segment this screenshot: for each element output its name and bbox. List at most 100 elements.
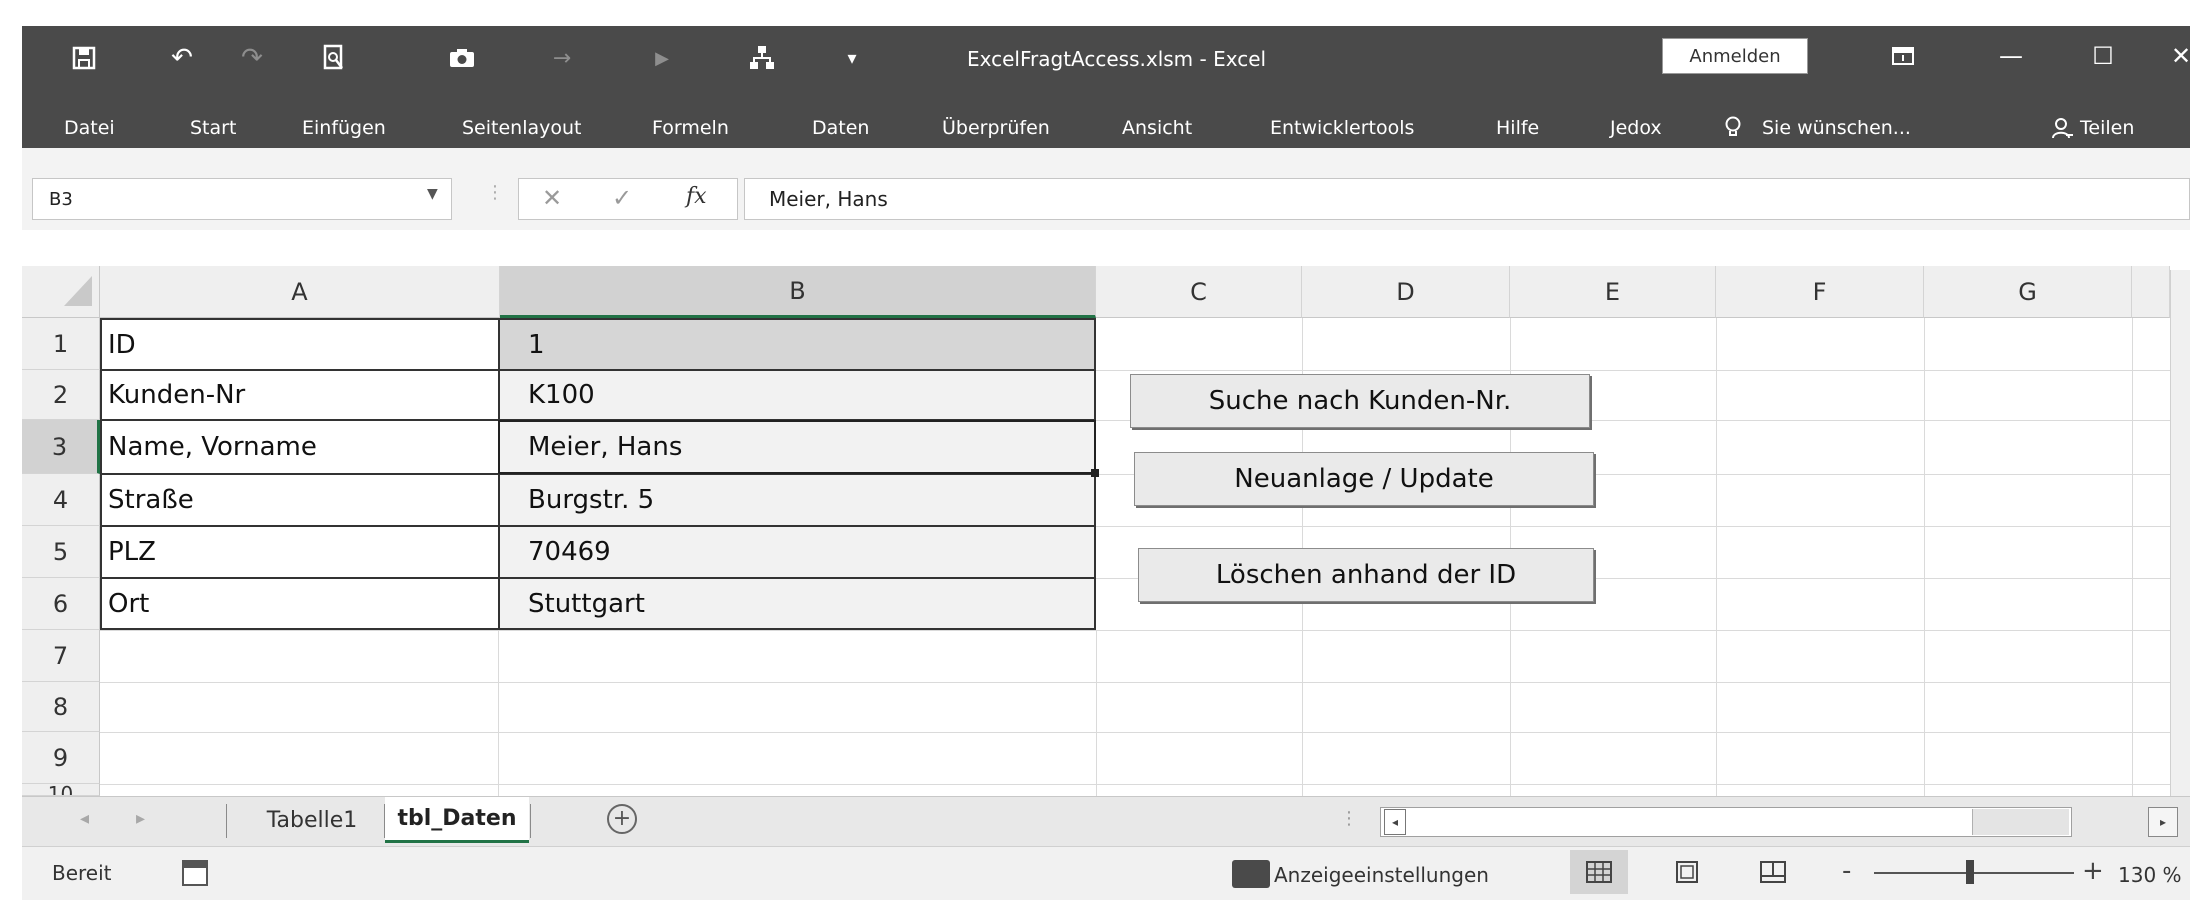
cell-b1[interactable]: 1: [522, 320, 1092, 370]
add-sheet-icon[interactable]: +: [607, 804, 637, 834]
column-header-h[interactable]: [2132, 266, 2170, 318]
zoom-out-icon[interactable]: -: [1842, 856, 1851, 886]
horizontal-scrollbar[interactable]: [1380, 807, 2072, 837]
display-settings-label[interactable]: Anzeigeeinstellungen: [1274, 858, 1489, 892]
column-header-a[interactable]: A: [100, 266, 500, 318]
gridline: [1096, 630, 1097, 796]
row-header-1[interactable]: 1: [22, 318, 100, 370]
cell-a4[interactable]: Straße: [102, 474, 498, 526]
column-header-g[interactable]: G: [1924, 266, 2132, 318]
sheet-tab-separator: [226, 804, 227, 838]
name-box[interactable]: B3: [32, 178, 452, 220]
row-header-5[interactable]: 5: [22, 526, 100, 578]
forward-icon[interactable]: →: [542, 40, 582, 76]
org-chart-icon[interactable]: [742, 40, 782, 76]
tab-einfuegen[interactable]: Einfügen: [302, 114, 386, 142]
zoom-slider-thumb[interactable]: [1966, 860, 1974, 884]
page-break-icon[interactable]: [1744, 850, 1802, 894]
row-header-9[interactable]: 9: [22, 732, 100, 784]
sheet-nav-prev-icon[interactable]: ◂: [80, 808, 89, 829]
ribbon-display-icon[interactable]: [1878, 38, 1928, 74]
tab-formeln[interactable]: Formeln: [652, 114, 729, 142]
column-header-b[interactable]: B: [500, 266, 1096, 318]
row-header-6[interactable]: 6: [22, 578, 100, 630]
undo-icon[interactable]: ↶: [162, 40, 202, 76]
cell-b2[interactable]: K100: [522, 370, 1092, 420]
column-header-e[interactable]: E: [1510, 266, 1716, 318]
row-header-4[interactable]: 4: [22, 474, 100, 526]
gridline: [100, 682, 2190, 683]
zoom-slider[interactable]: [1874, 872, 2074, 874]
row-header-7[interactable]: 7: [22, 630, 100, 682]
save-icon[interactable]: [64, 40, 104, 76]
normal-view-icon[interactable]: [1570, 850, 1628, 894]
tab-seitenlayout[interactable]: Seitenlayout: [462, 114, 582, 142]
camera-icon[interactable]: [442, 40, 482, 76]
scroll-left-icon[interactable]: ◂: [1384, 809, 1406, 835]
gridline: [1716, 318, 1717, 796]
cell-a3[interactable]: Name, Vorname: [102, 420, 498, 474]
cell-a5[interactable]: PLZ: [102, 526, 498, 578]
name-box-dropdown-icon[interactable]: ▼: [427, 186, 438, 202]
column-header-f[interactable]: F: [1716, 266, 1924, 318]
tab-split-handle[interactable]: ⋮: [1340, 808, 1358, 829]
share-button[interactable]: Teilen: [2080, 114, 2134, 142]
formula-input[interactable]: Meier, Hans: [744, 178, 2190, 220]
cell-b6[interactable]: Stuttgart: [522, 578, 1092, 630]
tab-daten[interactable]: Daten: [812, 114, 869, 142]
zoom-in-icon[interactable]: +: [2082, 856, 2104, 886]
gridline: [100, 630, 2190, 631]
excel-window: ↶ ↷ → ▶ ▾ ExcelFragtAccess.xlsm - Excel …: [22, 26, 2190, 900]
row-header-8[interactable]: 8: [22, 682, 100, 732]
tab-entwicklertools[interactable]: Entwicklertools: [1270, 114, 1414, 142]
login-button[interactable]: Anmelden: [1662, 38, 1808, 74]
person-icon[interactable]: [2052, 114, 2074, 142]
sheet-tab-tabelle1[interactable]: Tabelle1: [242, 797, 382, 843]
tab-start[interactable]: Start: [190, 114, 236, 142]
sheet-tab-tbl-daten[interactable]: tbl_Daten: [385, 797, 529, 843]
print-preview-icon[interactable]: [314, 40, 354, 76]
lightbulb-icon[interactable]: [1724, 114, 1742, 142]
search-customer-button[interactable]: Suche nach Kunden-Nr.: [1130, 374, 1590, 428]
ribbon-search[interactable]: Sie wünschen...: [1762, 114, 1911, 142]
zoom-level[interactable]: 130 %: [2118, 858, 2182, 892]
macro-record-icon[interactable]: [182, 860, 208, 886]
cell-b5[interactable]: 70469: [522, 526, 1092, 578]
column-header-d[interactable]: D: [1302, 266, 1510, 318]
row-header-3[interactable]: 3: [22, 420, 100, 474]
play-icon[interactable]: ▶: [642, 40, 682, 76]
redo-icon[interactable]: ↷: [232, 40, 272, 76]
column-header-c[interactable]: C: [1096, 266, 1302, 318]
page-layout-icon[interactable]: [1658, 850, 1716, 894]
status-ready: Bereit: [52, 861, 112, 885]
cell-a6[interactable]: Ort: [102, 578, 498, 630]
cancel-icon[interactable]: ✕: [542, 184, 562, 212]
delete-by-id-button[interactable]: Löschen anhand der ID: [1138, 548, 1594, 602]
maximize-icon[interactable]: ☐: [2078, 38, 2128, 74]
cell-b4[interactable]: Burgstr. 5: [522, 474, 1092, 526]
insert-function-icon[interactable]: fx: [686, 184, 707, 209]
sheet-nav-next-icon[interactable]: ▸: [136, 808, 145, 829]
gridline: [2132, 318, 2133, 796]
minimize-icon[interactable]: —: [1986, 38, 2036, 74]
tab-ueberpruefen[interactable]: Überprüfen: [942, 114, 1050, 142]
gridline: [100, 784, 2190, 785]
cell-a2[interactable]: Kunden-Nr: [102, 370, 498, 420]
row-header-10[interactable]: 10: [22, 784, 100, 796]
create-update-button[interactable]: Neuanlage / Update: [1134, 452, 1594, 506]
display-settings-icon[interactable]: [1232, 860, 1270, 888]
confirm-icon[interactable]: ✓: [612, 184, 632, 212]
tab-hilfe[interactable]: Hilfe: [1496, 114, 1539, 142]
tab-jedox[interactable]: Jedox: [1610, 114, 1662, 142]
scroll-right-icon[interactable]: ▸: [2148, 807, 2178, 837]
horizontal-scroll-thumb[interactable]: [1972, 809, 2069, 835]
tab-datei[interactable]: Datei: [64, 114, 115, 142]
fill-handle[interactable]: [1091, 469, 1099, 477]
customize-qat-icon[interactable]: ▾: [832, 40, 872, 76]
tab-ansicht[interactable]: Ansicht: [1122, 114, 1192, 142]
sheet-tab-separator: [530, 804, 531, 838]
cell-a1[interactable]: ID: [102, 320, 498, 370]
row-header-2[interactable]: 2: [22, 370, 100, 420]
vertical-scrollbar[interactable]: [2170, 270, 2190, 796]
close-icon[interactable]: ✕: [2156, 38, 2190, 74]
